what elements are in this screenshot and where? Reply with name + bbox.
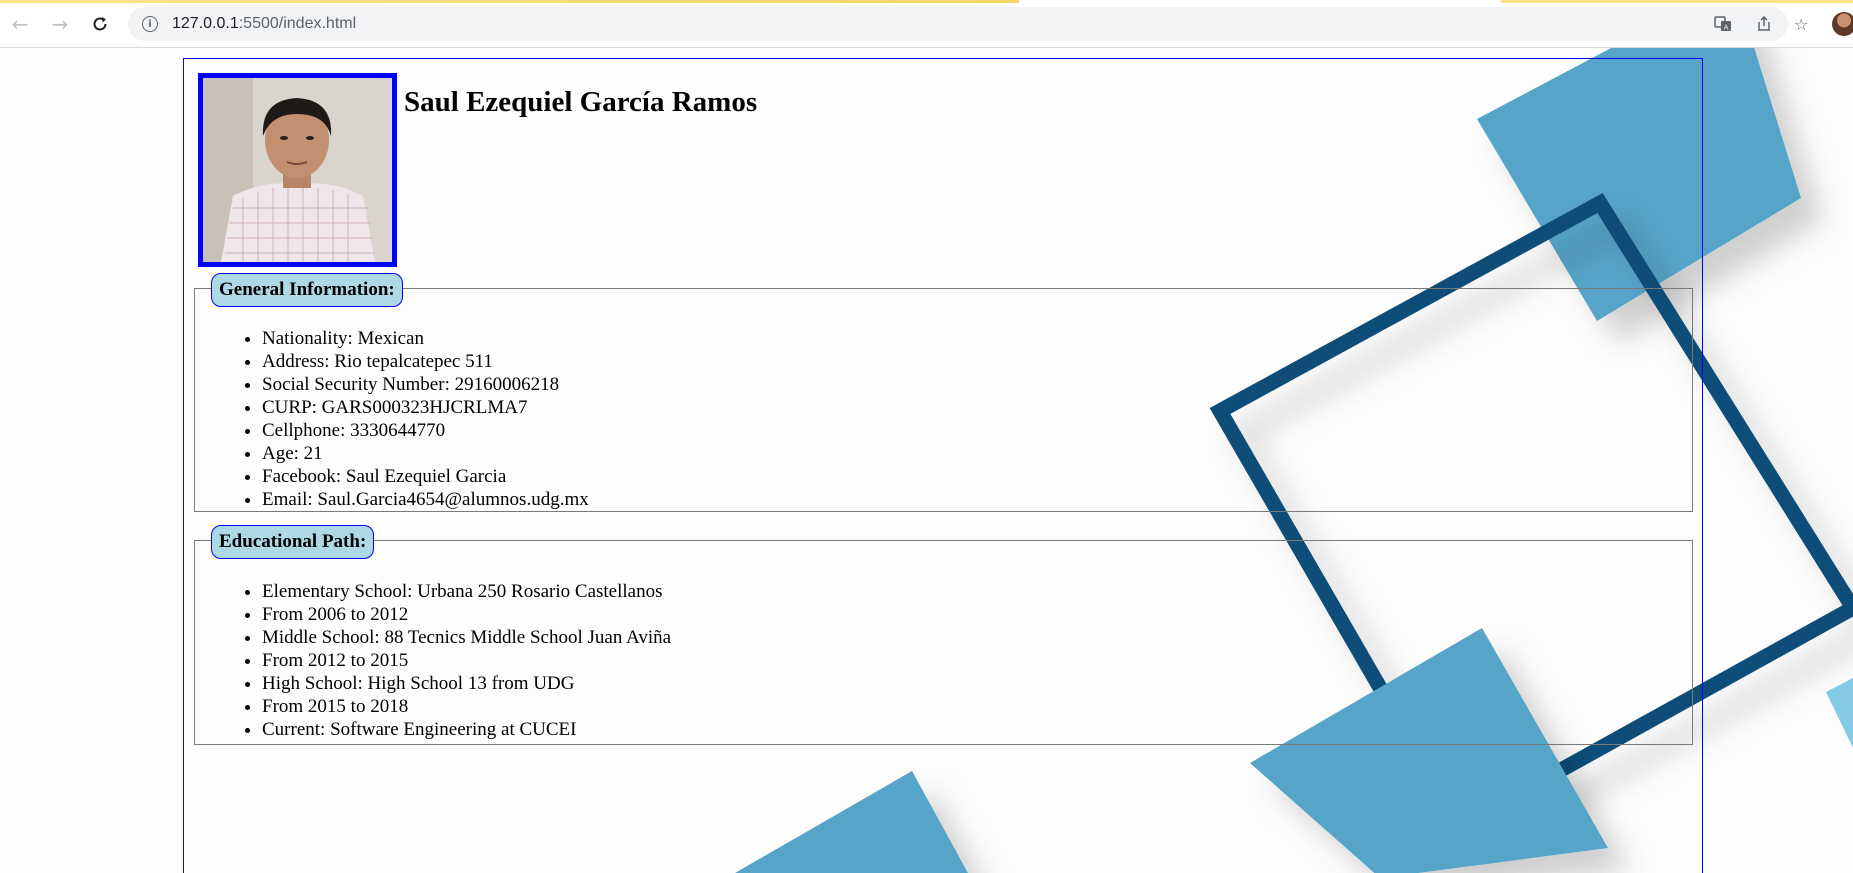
educational-path-list: Elementary School: Urbana 250 Rosario Ca… <box>195 580 671 741</box>
back-icon[interactable]: ← <box>6 10 34 38</box>
general-information-legend: General Information: <box>211 273 403 307</box>
page-load-progress <box>0 0 1853 3</box>
general-info-item: Facebook: Saul Ezequiel Garcia <box>262 465 589 488</box>
education-item: From 2012 to 2015 <box>262 649 671 672</box>
education-item: From 2015 to 2018 <box>262 695 671 718</box>
translate-icon[interactable]: A <box>1714 7 1732 41</box>
url-host: 127.0.0.1 <box>172 15 239 32</box>
share-icon[interactable] <box>1755 7 1773 41</box>
profile-photo <box>198 73 397 267</box>
education-item: Elementary School: Urbana 250 Rosario Ca… <box>262 580 671 603</box>
browser-toolbar: ← → i 127.0.0.1:5500/index.html A ☆ <box>0 0 1853 48</box>
education-item: From 2006 to 2012 <box>262 603 671 626</box>
general-info-item: Email: Saul.Garcia4654@alumnos.udg.mx <box>262 488 589 511</box>
url-path: :5500/index.html <box>238 15 357 32</box>
general-info-item: Social Security Number: 29160006218 <box>262 373 589 396</box>
education-item: High School: High School 13 from UDG <box>262 672 671 695</box>
education-item: Middle School: 88 Tecnics Middle School … <box>262 626 671 649</box>
svg-text:A: A <box>1724 24 1729 32</box>
general-info-item: Age: 21 <box>262 442 589 465</box>
bookmark-star-icon[interactable]: ☆ <box>1794 7 1808 41</box>
profile-photo-image <box>203 78 392 262</box>
address-bar[interactable]: i 127.0.0.1:5500/index.html A ☆ <box>128 7 1808 41</box>
education-item: Current: Software Engineering at CUCEI <box>262 718 671 741</box>
profile-avatar[interactable] <box>1832 12 1853 36</box>
educational-path-legend: Educational Path: <box>211 525 375 559</box>
general-info-item: Cellphone: 3330644770 <box>262 419 589 442</box>
reload-icon[interactable] <box>86 10 114 38</box>
web-page: Saul Ezequiel García Ramos General Infor… <box>0 48 1853 873</box>
general-info-item: Address: Rio tepalcatepec 511 <box>262 350 589 373</box>
general-info-item: Nationality: Mexican <box>262 327 589 350</box>
educational-path-section: Educational Path: Elementary School: Urb… <box>194 525 1693 745</box>
general-information-list: Nationality: MexicanAddress: Rio tepalca… <box>195 327 589 511</box>
person-name: Saul Ezequiel García Ramos <box>404 86 758 118</box>
general-information-section: General Information: Nationality: Mexica… <box>194 273 1693 512</box>
url-text[interactable]: 127.0.0.1:5500/index.html <box>172 15 356 33</box>
general-info-item: CURP: GARS000323HJCRLMA7 <box>262 396 589 419</box>
forward-icon[interactable]: → <box>46 10 74 38</box>
site-info-icon[interactable]: i <box>142 16 158 32</box>
resume-container: Saul Ezequiel García Ramos General Infor… <box>183 58 1703 873</box>
